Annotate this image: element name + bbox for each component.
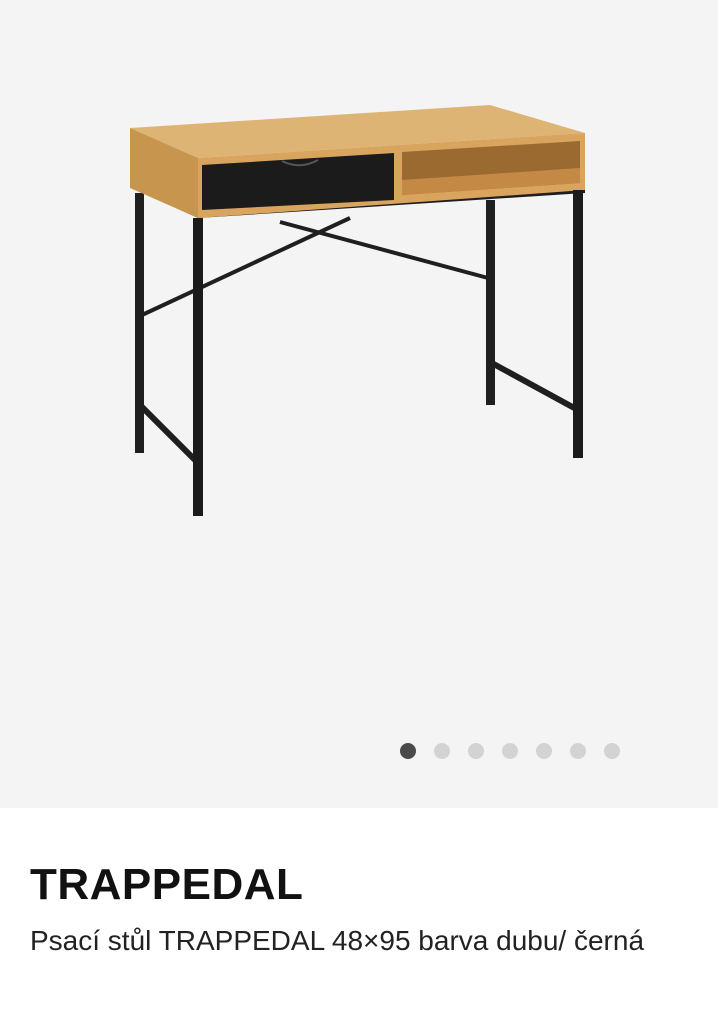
product-info: TRAPPEDAL Psací stůl TRAPPEDAL 48×95 bar…	[0, 808, 718, 1012]
carousel-dot[interactable]	[468, 743, 484, 759]
desk-side-bar	[137, 402, 201, 466]
product-image[interactable]	[0, 0, 718, 700]
desk-side-bar	[488, 359, 580, 413]
carousel-dot[interactable]	[604, 743, 620, 759]
product-description: Psací stůl TRAPPEDAL 48×95 barva dubu/ č…	[30, 925, 645, 956]
product-gallery[interactable]	[0, 0, 718, 808]
desk-brace	[279, 220, 489, 280]
carousel-dot[interactable]	[400, 743, 416, 759]
carousel-dot[interactable]	[434, 743, 450, 759]
carousel-dot[interactable]	[536, 743, 552, 759]
desk-leg-back-right	[486, 200, 495, 405]
desk-leg-front-left	[193, 218, 203, 516]
desk-leg-front-right	[573, 190, 583, 458]
carousel-dot[interactable]	[502, 743, 518, 759]
carousel-dots	[400, 743, 620, 759]
product-name: TRAPPEDAL	[30, 860, 304, 909]
carousel-dot[interactable]	[570, 743, 586, 759]
desk-leg-back-left	[135, 193, 144, 453]
